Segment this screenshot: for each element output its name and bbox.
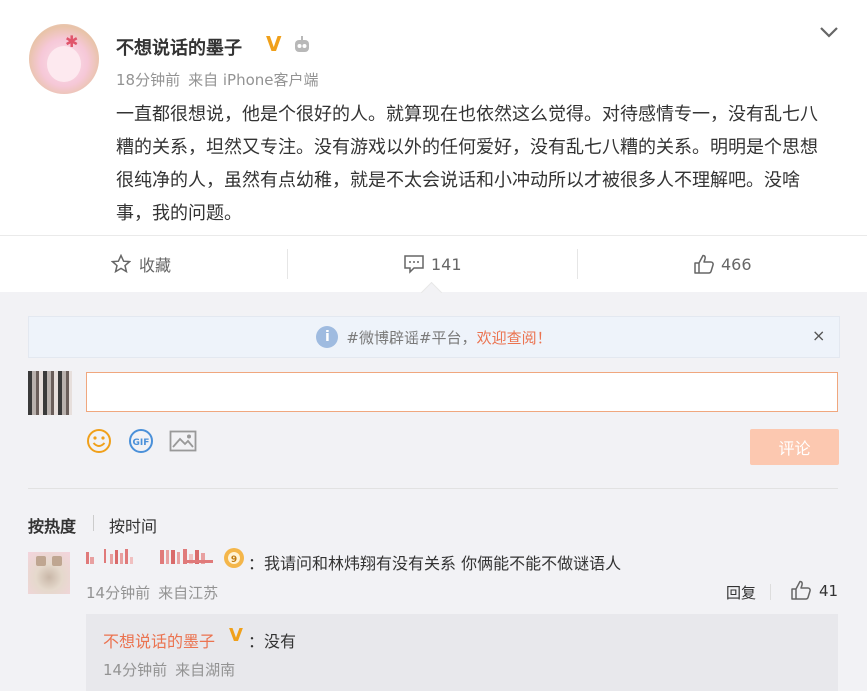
fan-badge-icon: 9	[224, 548, 244, 568]
gif-icon[interactable]: GIF	[128, 428, 154, 454]
comment-time: 14分钟前	[86, 584, 151, 602]
favorite-label: 收藏	[139, 256, 172, 275]
verified-badge-icon: V	[266, 32, 282, 56]
post-time[interactable]: 18分钟前	[116, 71, 180, 89]
commenter-avatar[interactable]	[28, 552, 70, 594]
emoji-icon[interactable]	[86, 428, 112, 454]
comment-text: ：我请问和林炜翔有没有关系 你俩能不能不做谜语人	[248, 554, 622, 573]
sort-by-hot-tab[interactable]: 按热度	[28, 513, 76, 537]
reply-meta: 14分钟前 来自湖南	[103, 659, 243, 680]
notice-link[interactable]: 欢迎查阅！	[477, 327, 552, 348]
info-icon: i	[316, 326, 339, 348]
reply-text: ：没有	[248, 632, 297, 651]
comment-input[interactable]	[86, 372, 838, 412]
comment-location: 来自江苏	[158, 584, 219, 602]
star-icon	[111, 254, 131, 274]
sort-divider	[93, 515, 94, 531]
submit-comment-button[interactable]: 评论	[750, 429, 839, 465]
post-content: 一直都很想说，他是个很好的人。就算现在也依然这么觉得。对待感情专一，没有乱七八糟…	[116, 104, 818, 224]
image-icon[interactable]	[169, 430, 197, 452]
svg-text:GIF: GIF	[133, 438, 150, 448]
favorite-button[interactable]: 收藏	[111, 236, 171, 292]
comment-count: 141	[431, 254, 462, 274]
comment-action-divider	[770, 584, 771, 600]
svg-text:9: 9	[231, 555, 237, 565]
reply-button[interactable]: 回复	[726, 582, 756, 603]
reply-location: 来自湖南	[175, 661, 236, 679]
close-icon[interactable]: ×	[812, 326, 825, 345]
like-button[interactable]: 466	[693, 236, 752, 292]
reply-author-name[interactable]: 不想说话的墨子	[103, 628, 215, 652]
comment-meta: 14分钟前 来自江苏	[86, 582, 226, 603]
commenter-name-obscured[interactable]	[86, 548, 216, 564]
comment-like-count: 41	[819, 582, 839, 600]
robot-icon	[295, 36, 309, 52]
post-author-name[interactable]: 不想说话的墨子	[116, 34, 242, 60]
chevron-down-icon[interactable]	[818, 22, 840, 42]
avatar-anger-mark: ✱	[65, 32, 79, 51]
thumbs-up-icon	[694, 254, 714, 274]
notice-tag[interactable]: #微博辟谣#平台，	[346, 327, 476, 348]
thumbs-up-icon[interactable]	[790, 580, 812, 600]
action-divider	[577, 249, 578, 279]
current-user-avatar	[28, 371, 72, 415]
verified-badge-icon: V	[229, 625, 243, 646]
reply-time: 14分钟前	[103, 661, 168, 679]
avatar-ear	[36, 556, 46, 566]
divider	[28, 488, 838, 489]
post-author-avatar[interactable]: ✱	[29, 24, 99, 94]
comment-icon	[404, 255, 424, 274]
like-count: 466	[721, 254, 752, 274]
rumor-notice-banner: i #微博辟谣#平台， 欢迎查阅！	[28, 316, 840, 358]
avatar-ear	[52, 556, 62, 566]
avatar-face	[47, 46, 81, 82]
post-source: 来自 iPhone客户端	[188, 71, 319, 89]
sort-by-time-tab[interactable]: 按时间	[109, 513, 157, 537]
post-meta: 18分钟前 来自 iPhone客户端	[116, 69, 327, 90]
action-divider	[287, 249, 288, 279]
